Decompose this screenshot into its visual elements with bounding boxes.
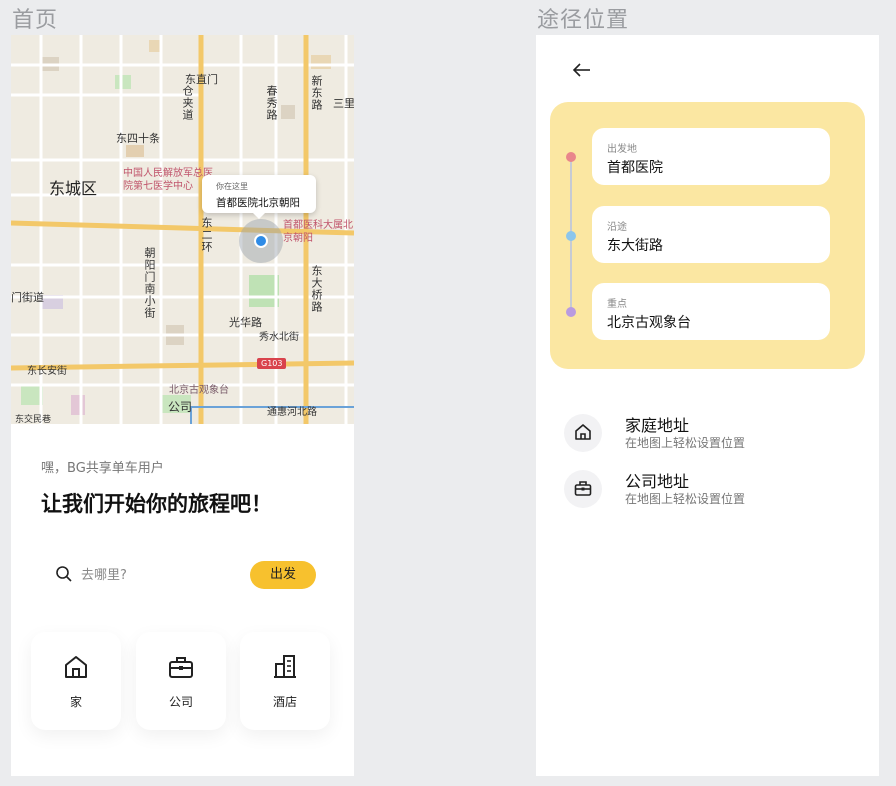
- map-hospital-label: 首都医科大属北京朝阳: [283, 220, 353, 244]
- current-location-pin[interactable]: [254, 234, 268, 248]
- quick-company-button[interactable]: 公司: [136, 632, 226, 730]
- back-arrow-icon[interactable]: [572, 63, 592, 77]
- stop-key: 重点: [607, 299, 627, 310]
- map-label: 朝阳门南小街: [143, 247, 156, 319]
- address-subtitle: 在地图上轻松设置位置: [625, 436, 746, 450]
- road-badge: G103: [257, 358, 287, 369]
- home-icon: [65, 656, 87, 678]
- quick-home-label: 家: [69, 695, 82, 709]
- greeting-text: 嘿，BG共享单车用户: [41, 461, 164, 476]
- briefcase-icon: [169, 657, 193, 678]
- search-bar: 出发: [41, 555, 319, 595]
- briefcase-icon: [574, 481, 592, 496]
- map-label: 东大桥路: [310, 265, 323, 313]
- route-screen-title: 途径位置: [537, 8, 630, 33]
- map-label: 东四十条: [116, 132, 160, 145]
- map-label: 东长安街: [27, 366, 67, 377]
- go-button[interactable]: 出发: [250, 561, 316, 589]
- map-label: 新东路: [310, 75, 323, 111]
- map-label: 东二环: [200, 217, 213, 253]
- company-address-item[interactable]: 公司地址 在地图上轻松设置位置: [564, 468, 854, 512]
- destination-stop-field[interactable]: 重点 北京古观象台: [592, 283, 830, 340]
- map-label: 三里: [333, 97, 354, 110]
- home-screen-title: 首页: [12, 8, 59, 33]
- home-screen: 东直门 仓夹道 春秀路 新东路 三里 东四十条 东城区 中国人民解放军总医院第七…: [11, 35, 354, 776]
- home-address-item[interactable]: 家庭地址 在地图上轻松设置位置: [564, 412, 854, 456]
- waypoint-dot: [566, 231, 576, 241]
- search-input[interactable]: [79, 563, 233, 587]
- map-label: 秀水北街: [259, 332, 299, 343]
- map-view[interactable]: 东直门 仓夹道 春秀路 新东路 三里 东四十条 东城区 中国人民解放军总医院第七…: [11, 35, 354, 424]
- stop-key: 出发地: [607, 144, 637, 155]
- route-screen: 出发地 首都医院 沿途 东大街路 重点 北京古观象台 家庭地址 在地图上轻松设置…: [536, 35, 879, 776]
- home-icon: [575, 424, 591, 440]
- address-subtitle: 在地图上轻松设置位置: [625, 492, 746, 506]
- quick-home-button[interactable]: 家: [31, 632, 121, 730]
- map-label: 春秀路: [265, 85, 278, 121]
- hotel-icon: [274, 655, 296, 678]
- destination-dot: [566, 307, 576, 317]
- map-label: 东交民巷: [15, 415, 52, 424]
- map-label: 北京古观象台: [169, 385, 229, 396]
- map-label: 公司: [168, 400, 193, 414]
- stop-value: 东大街路: [607, 238, 663, 254]
- start-dot: [566, 152, 576, 162]
- stop-key: 沿途: [607, 222, 627, 233]
- map-district-label: 东城区: [49, 179, 98, 198]
- callout-caption: 你在这里: [216, 182, 248, 191]
- route-card: 出发地 首都医院 沿途 东大街路 重点 北京古观象台: [550, 102, 865, 369]
- map-label: 门街道: [11, 291, 44, 304]
- company-address-icon-bg: [564, 470, 602, 508]
- quick-hotel-label: 酒店: [272, 695, 297, 709]
- stop-value: 北京古观象台: [607, 315, 691, 331]
- map-label: 仓夹道: [181, 85, 194, 121]
- page-headline: 让我们开始你的旅程吧！: [41, 492, 272, 516]
- location-callout[interactable]: 你在这里 首都医院北京朝阳: [202, 175, 316, 219]
- map-label: 光华路: [229, 316, 262, 329]
- start-stop-field[interactable]: 出发地 首都医院: [592, 128, 830, 185]
- map-label: 通惠河北路: [267, 407, 317, 418]
- callout-location: 首都医院北京朝阳: [216, 197, 300, 209]
- quick-company-label: 公司: [168, 695, 193, 709]
- address-title: 家庭地址: [625, 416, 690, 435]
- quick-hotel-button[interactable]: 酒店: [240, 632, 330, 730]
- stop-value: 首都医院: [607, 160, 663, 176]
- address-title: 公司地址: [625, 472, 690, 491]
- search-icon: [56, 566, 72, 582]
- home-address-icon-bg: [564, 414, 602, 452]
- waypoint-stop-field[interactable]: 沿途 东大街路: [592, 206, 830, 263]
